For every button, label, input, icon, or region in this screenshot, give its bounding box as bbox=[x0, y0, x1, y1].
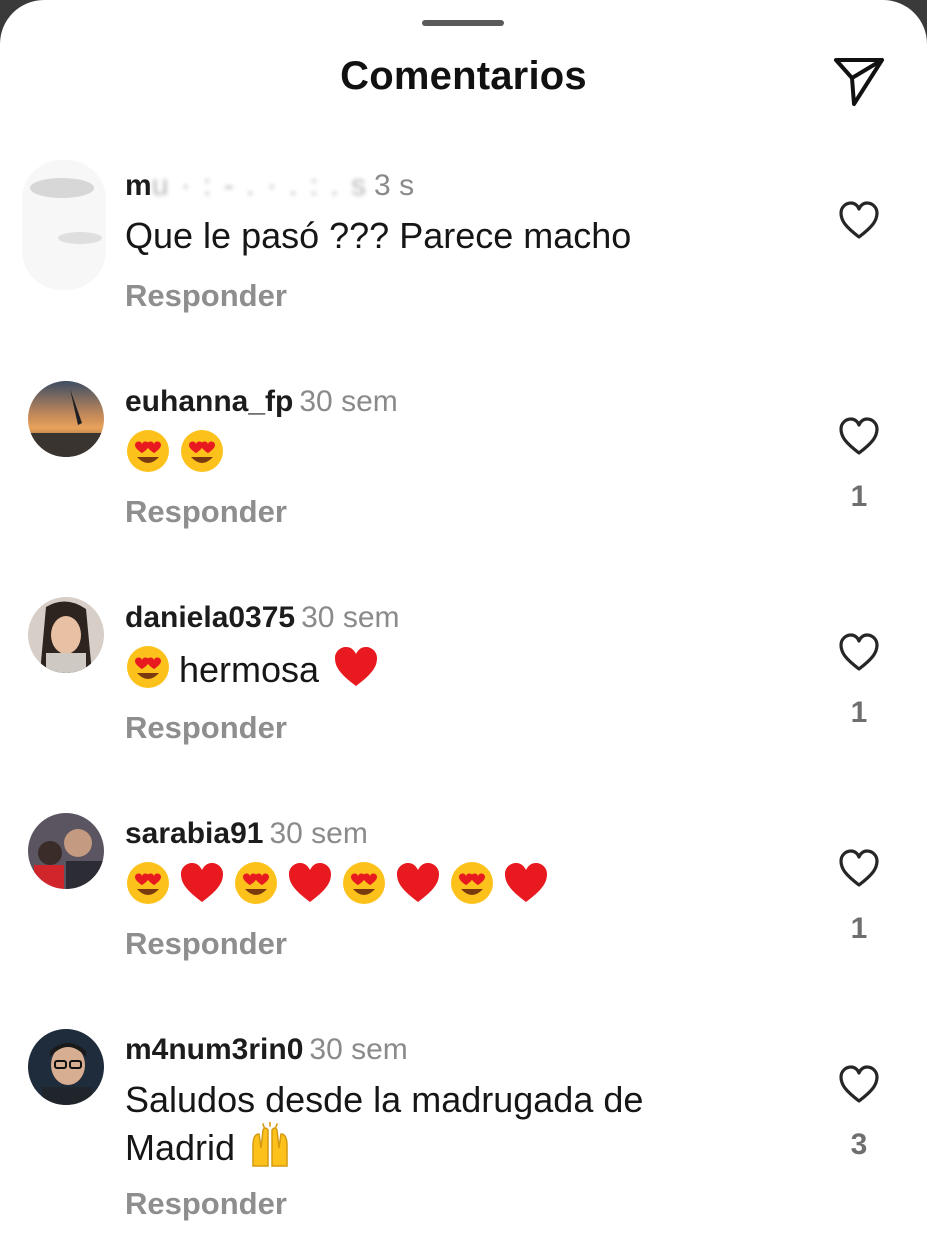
comment-time: 3 s bbox=[374, 169, 415, 202]
comment-text: Que le pasó ??? Parece macho bbox=[125, 215, 632, 256]
drag-handle[interactable] bbox=[422, 20, 504, 26]
avatar[interactable] bbox=[28, 381, 104, 457]
heart-icon[interactable] bbox=[838, 632, 880, 672]
like-count: 1 bbox=[850, 696, 868, 729]
reply-button[interactable]: Responder bbox=[125, 926, 287, 962]
comment-text: hermosa bbox=[179, 649, 320, 690]
reply-button[interactable]: Responder bbox=[125, 1186, 287, 1222]
heart-icon[interactable] bbox=[838, 1064, 880, 1104]
comment-time: 30 sem bbox=[301, 601, 400, 634]
red-heart-emoji bbox=[179, 860, 225, 906]
heart-eyes-emoji bbox=[179, 428, 225, 474]
comment-time: 30 sem bbox=[299, 385, 398, 418]
comment-username[interactable]: sarabia91 bbox=[125, 817, 263, 850]
heart-icon[interactable] bbox=[838, 416, 880, 456]
red-heart-emoji bbox=[395, 860, 441, 906]
like-count: 1 bbox=[850, 480, 868, 513]
comment-username[interactable]: daniela0375 bbox=[125, 601, 295, 634]
like-count: 3 bbox=[850, 1128, 868, 1161]
comment-text-block: Saludos desde la madrugada de Madrid bbox=[125, 1078, 745, 1170]
comment-text-row: hermosa bbox=[125, 644, 745, 692]
reply-button[interactable]: Responder bbox=[125, 710, 287, 746]
page-title: Comentarios bbox=[340, 54, 587, 98]
avatar[interactable] bbox=[28, 813, 104, 889]
red-heart-emoji bbox=[503, 860, 549, 906]
comment-text-line-2-row: Madrid bbox=[125, 1122, 745, 1170]
raising-hands-emoji bbox=[247, 1122, 293, 1168]
red-heart-emoji bbox=[333, 644, 379, 690]
avatar[interactable] bbox=[22, 160, 106, 290]
avatar[interactable] bbox=[28, 1029, 104, 1105]
red-heart-emoji bbox=[287, 860, 333, 906]
heart-icon[interactable] bbox=[838, 848, 880, 888]
comment-emojis bbox=[125, 428, 745, 476]
avatar[interactable] bbox=[28, 597, 104, 673]
reply-button[interactable]: Responder bbox=[125, 494, 287, 530]
comment-text-line: Saludos desde la madrugada de bbox=[125, 1079, 644, 1120]
comment-username[interactable]: euhanna_fp bbox=[125, 385, 293, 418]
heart-eyes-emoji bbox=[449, 860, 495, 906]
send-icon[interactable] bbox=[832, 54, 886, 108]
like-count: 1 bbox=[850, 912, 868, 945]
reply-button[interactable]: Responder bbox=[125, 278, 287, 314]
heart-eyes-emoji bbox=[125, 860, 171, 906]
comment-time: 30 sem bbox=[269, 817, 368, 850]
heart-eyes-emoji bbox=[125, 428, 171, 474]
heart-eyes-emoji bbox=[341, 860, 387, 906]
comment-username[interactable]: m4num3rin0 bbox=[125, 1033, 303, 1066]
blurred-username: u · : - . · . : . s bbox=[151, 169, 369, 202]
heart-icon[interactable] bbox=[838, 200, 880, 240]
heart-eyes-emoji bbox=[125, 644, 171, 690]
heart-eyes-emoji bbox=[233, 860, 279, 906]
comments-sheet: Comentarios mu · : - . · . : . s3 s Que … bbox=[0, 0, 927, 1240]
comment-time: 30 sem bbox=[309, 1033, 408, 1066]
comment-username[interactable]: m bbox=[125, 169, 152, 202]
comment-text-line: Madrid bbox=[125, 1127, 236, 1168]
comment-emojis bbox=[125, 860, 745, 908]
